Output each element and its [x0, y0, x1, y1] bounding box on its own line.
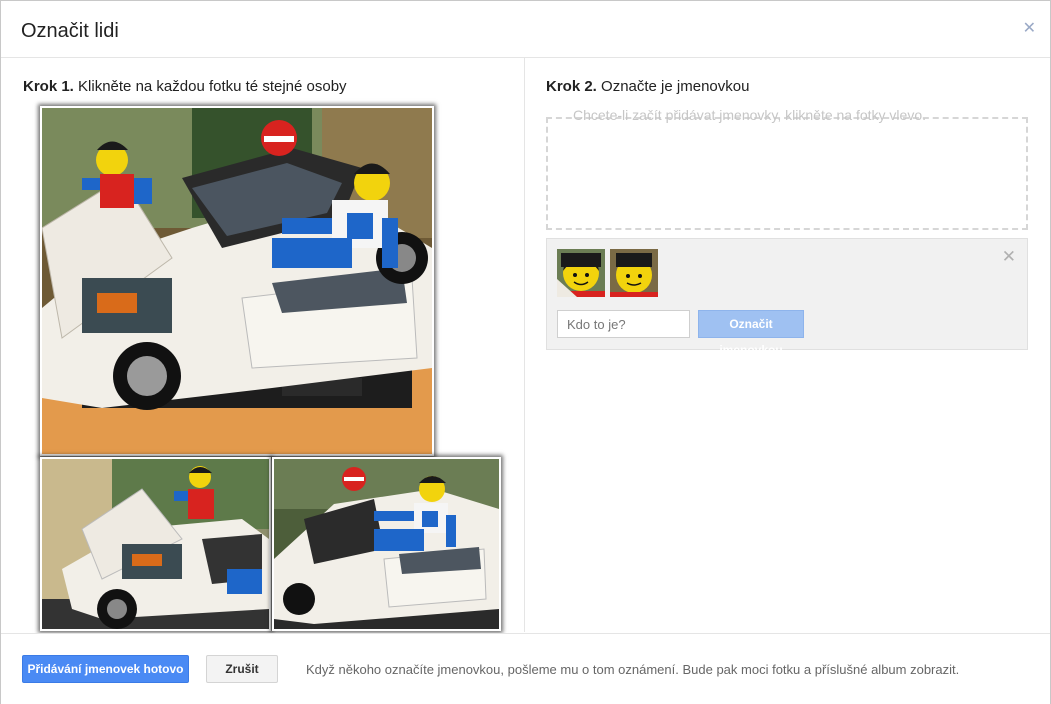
photo-small-1[interactable]	[40, 457, 271, 631]
step1-label: Krok 1.	[23, 78, 74, 95]
dialog-title: Označit lidi	[21, 20, 119, 42]
cancel-button[interactable]: Zrušit	[206, 655, 278, 683]
step1-panel: Krok 1. Klikněte na každou fotku té stej…	[1, 58, 525, 632]
done-tagging-button[interactable]: Přidávání jmenovek hotovo	[22, 655, 189, 683]
step2-text: Označte je jmenovkou	[601, 78, 750, 95]
tag-panel: ✕ Označit jmenovkou	[546, 238, 1028, 357]
step2-label: Krok 2.	[546, 78, 597, 95]
remove-group-icon[interactable]: ✕	[1002, 247, 1016, 267]
step1-heading: Krok 1. Klikněte na každou fotku té stej…	[23, 78, 347, 95]
name-input[interactable]	[557, 310, 690, 338]
face-thumbnail-1[interactable]	[557, 249, 605, 297]
photo-small-2[interactable]	[272, 457, 501, 631]
step2-panel: Krok 2. Označte je jmenovkou Chcete-li z…	[525, 58, 1050, 632]
dialog-footer: Přidávání jmenovek hotovo Zrušit Když ně…	[1, 633, 1050, 704]
notification-note: Když někoho označíte jmenovkou, pošleme …	[306, 662, 960, 677]
tag-people-dialog: Označit lidi ✕ Krok 1. Klikněte na každo…	[0, 0, 1051, 704]
close-icon[interactable]: ✕	[1023, 21, 1036, 37]
tag-drop-area	[546, 117, 1028, 230]
dialog-header: Označit lidi ✕	[1, 1, 1050, 58]
step2-heading: Krok 2. Označte je jmenovkou	[546, 78, 749, 95]
face-thumbnail-2[interactable]	[610, 249, 658, 297]
tag-button[interactable]: Označit jmenovkou	[698, 310, 804, 357]
step1-text: Klikněte na každou fotku té stejné osoby	[78, 78, 347, 95]
photo-large[interactable]	[40, 106, 434, 456]
drop-hint: Chcete-li začít přidávat jmenovky, klikn…	[573, 107, 927, 123]
